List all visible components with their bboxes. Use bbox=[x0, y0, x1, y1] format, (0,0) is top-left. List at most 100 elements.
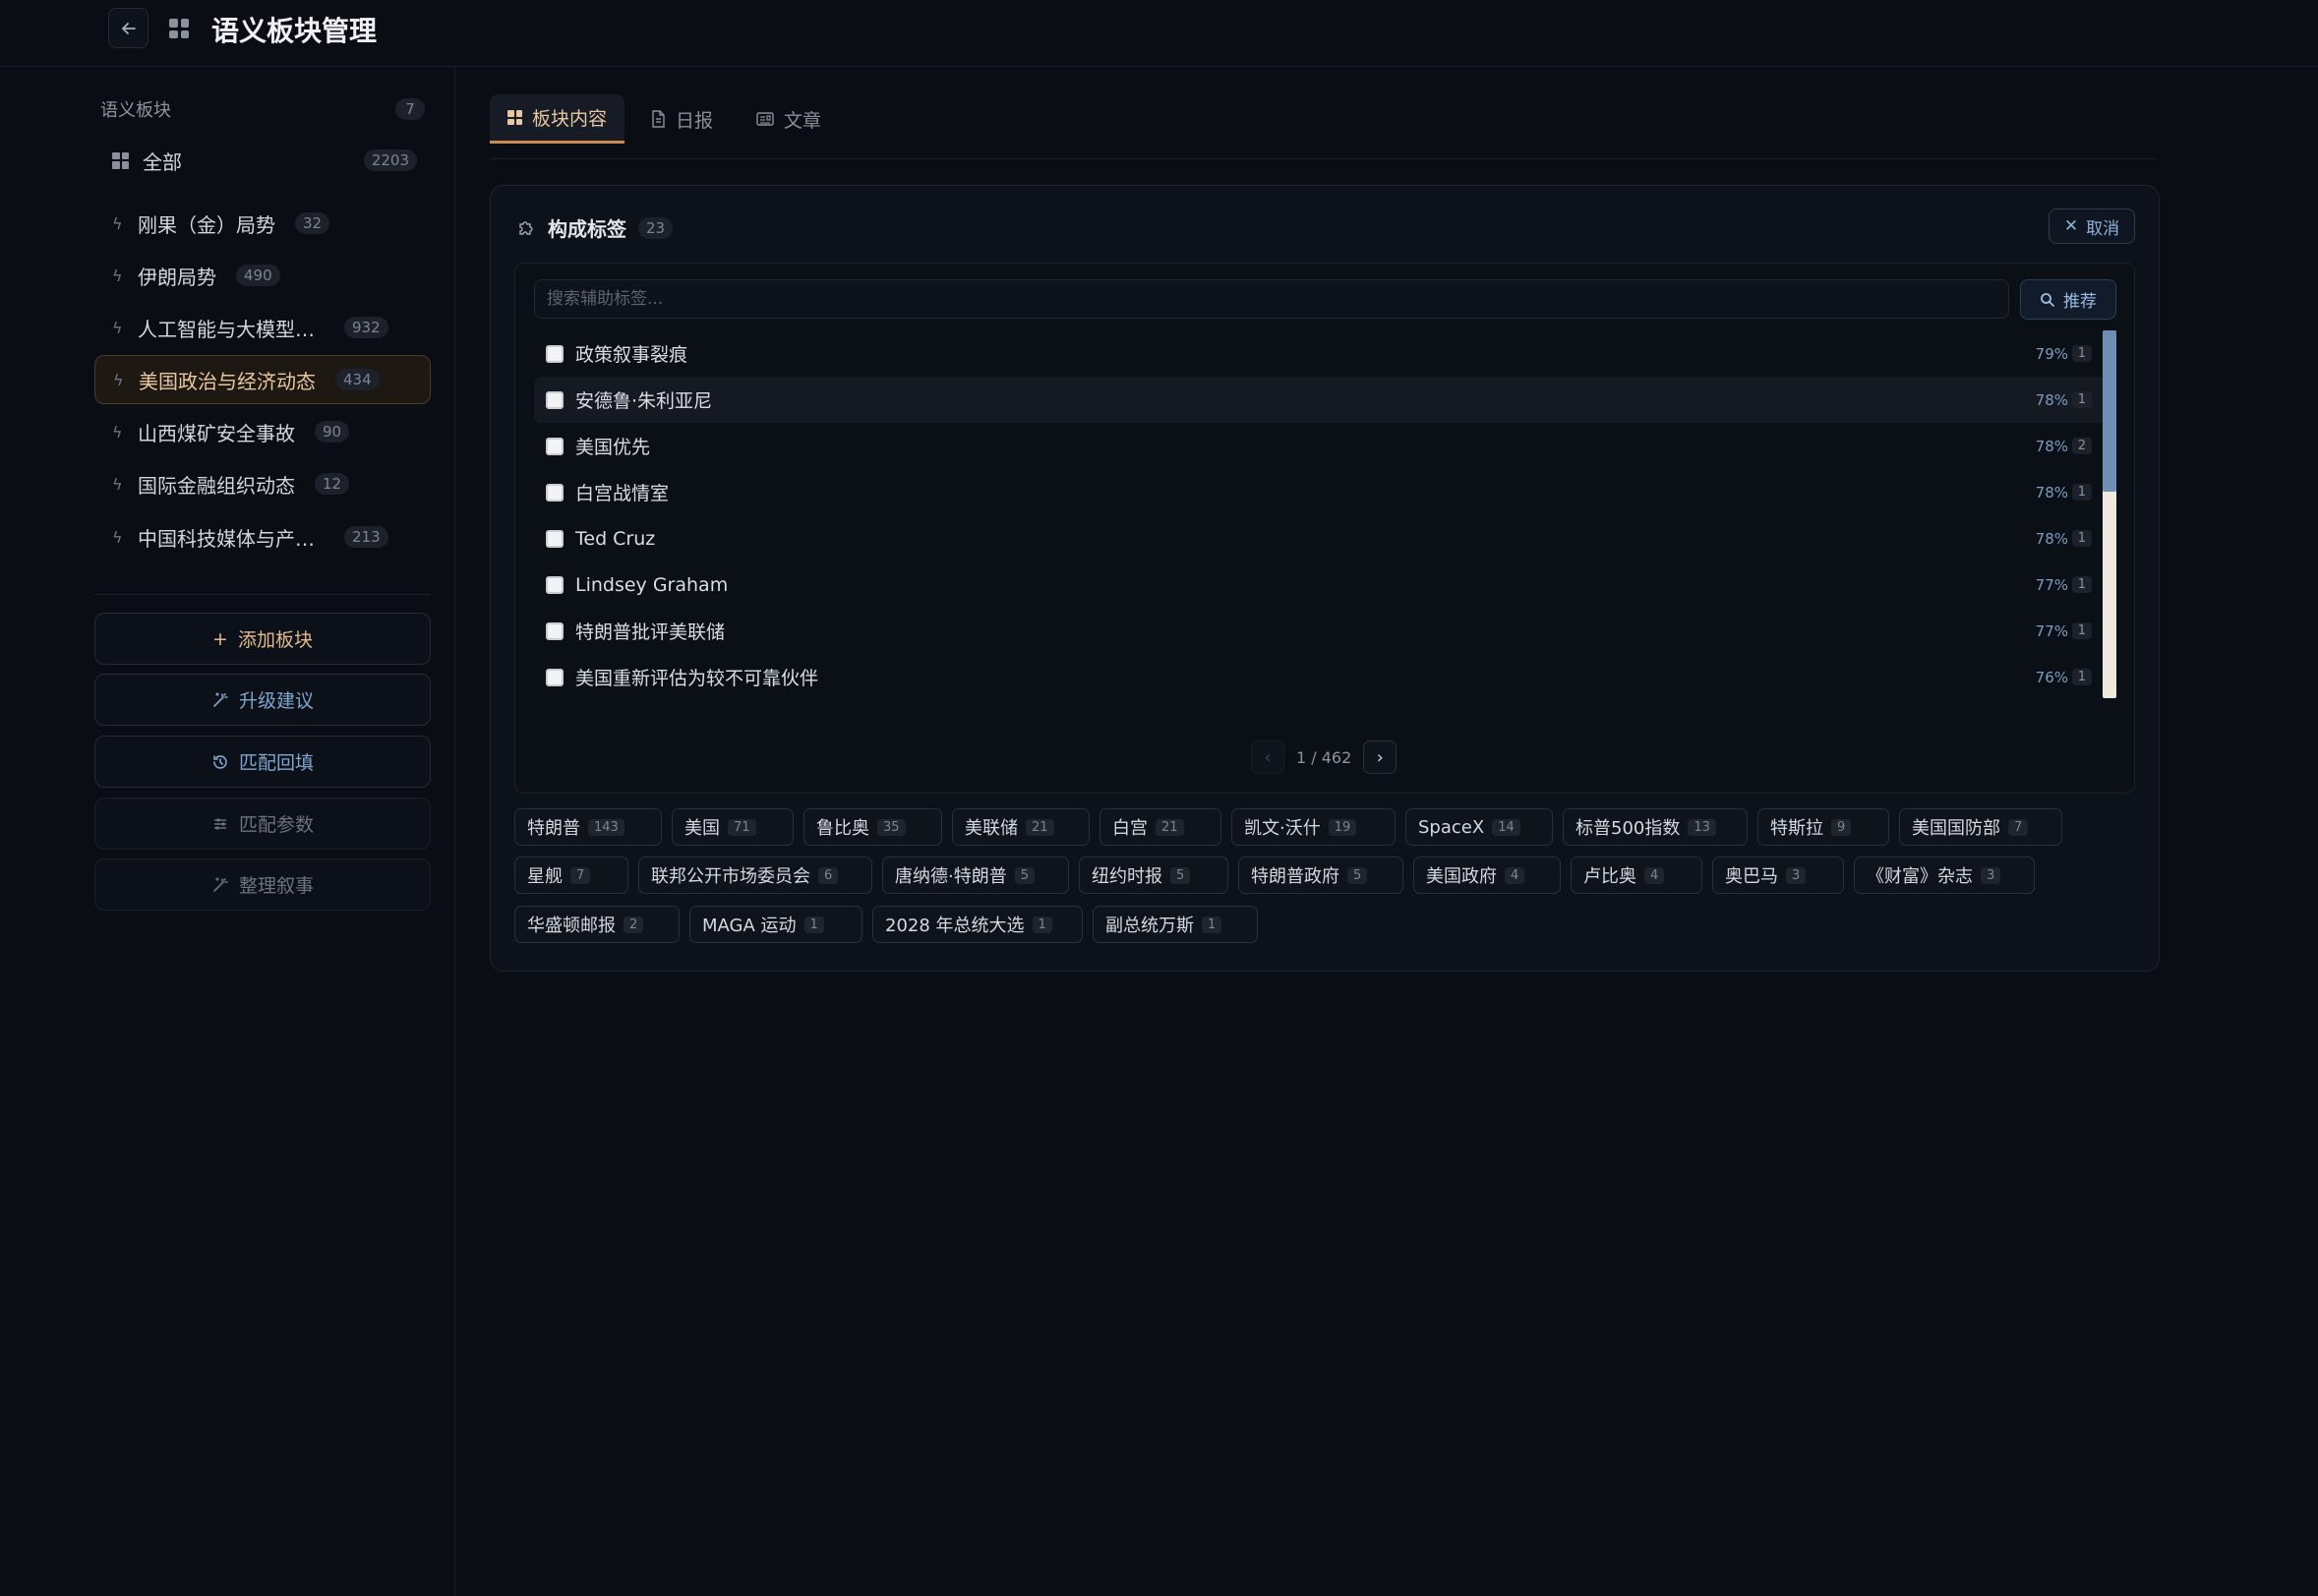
tag-chip[interactable]: 特朗普 143 bbox=[514, 808, 662, 846]
tag-chip[interactable]: 标普500指数 13 bbox=[1563, 808, 1748, 846]
tag-chip-label: 2028 年总统大选 bbox=[885, 916, 1025, 936]
add-section-label: 添加板块 bbox=[237, 629, 313, 651]
checkbox[interactable] bbox=[546, 529, 564, 548]
tag-chip[interactable]: 奥巴马 3 bbox=[1712, 857, 1844, 894]
tag-chip[interactable]: 美联储 21 bbox=[952, 808, 1090, 846]
checkbox[interactable] bbox=[546, 344, 564, 363]
tag-chip-label: 联邦公开市场委员会 bbox=[651, 866, 810, 887]
sidebar-item[interactable]: ϟ 国际金融组织动态 12 bbox=[94, 459, 431, 508]
sidebar-item[interactable]: ϟ 刚果（金）局势 32 bbox=[94, 199, 431, 248]
checkbox[interactable] bbox=[546, 437, 564, 455]
list-item[interactable]: 白宫战情室 78% 1 bbox=[534, 469, 2106, 515]
occurrence-count: 1 bbox=[2071, 484, 2092, 501]
checkbox[interactable] bbox=[546, 483, 564, 502]
tag-chip-count: 1 bbox=[1202, 916, 1222, 933]
tab-daily-report[interactable]: 日报 bbox=[632, 94, 731, 144]
match-params-button[interactable]: 匹配参数 bbox=[94, 798, 431, 850]
recommend-button[interactable]: 推荐 bbox=[2020, 279, 2116, 320]
tag-chip-count: 4 bbox=[1644, 866, 1665, 884]
checkbox[interactable] bbox=[546, 668, 564, 686]
upgrade-suggestion-button[interactable]: 升级建议 bbox=[94, 674, 431, 726]
sidebar-item[interactable]: ϟ 人工智能与大模型技... 932 bbox=[94, 303, 431, 352]
cancel-button[interactable]: ✕ 取消 bbox=[2049, 208, 2135, 244]
list-item[interactable]: 政策叙事裂痕 79% 1 bbox=[534, 330, 2106, 377]
chevron-left-icon: ‹ bbox=[1264, 746, 1272, 768]
sidebar-item-active[interactable]: ϟ 美国政治与经济动态 434 bbox=[94, 355, 431, 404]
list-scrollbar[interactable] bbox=[2103, 330, 2116, 698]
tag-chip[interactable]: 星舰 7 bbox=[514, 857, 628, 894]
tag-chip[interactable]: 副总统万斯 1 bbox=[1093, 906, 1258, 943]
tag-chip-count: 143 bbox=[588, 818, 624, 836]
tag-chip[interactable]: MAGA 运动 1 bbox=[689, 906, 862, 943]
sidebar-item-label: 美国政治与经济动态 bbox=[139, 369, 316, 393]
tag-chip[interactable]: 美国 71 bbox=[672, 808, 794, 846]
sidebar-item-count: 32 bbox=[295, 212, 330, 234]
sidebar-item[interactable]: ϟ 山西煤矿安全事故 90 bbox=[94, 407, 431, 456]
list-item[interactable]: Ted Cruz 78% 1 bbox=[534, 515, 2106, 562]
tag-chip-label: MAGA 运动 bbox=[702, 916, 797, 936]
tag-chip[interactable]: 特斯拉 9 bbox=[1757, 808, 1889, 846]
tag-chip[interactable]: 凯文·沃什 19 bbox=[1231, 808, 1396, 846]
tag-chip[interactable]: SpaceX 14 bbox=[1405, 808, 1553, 846]
tag-chip-count: 2 bbox=[624, 916, 644, 933]
list-item[interactable]: 安德鲁·朱利亚尼 78% 1 bbox=[534, 377, 2106, 423]
list-item-label: Lindsey Graham bbox=[575, 573, 729, 596]
tag-chip[interactable]: 华盛顿邮报 2 bbox=[514, 906, 680, 943]
sidebar-item-label: 人工智能与大模型技... bbox=[138, 317, 325, 341]
tag-chip[interactable]: 鲁比奥 35 bbox=[803, 808, 942, 846]
sidebar-item[interactable]: ϟ 中国科技媒体与产业... 213 bbox=[94, 512, 431, 562]
tag-chip[interactable]: 唐纳德·特朗普 5 bbox=[882, 857, 1069, 894]
scrollbar-thumb[interactable] bbox=[2103, 330, 2116, 492]
document-icon bbox=[652, 110, 665, 128]
sidebar-item-all[interactable]: 全部 2203 bbox=[94, 136, 431, 185]
tag-chip-label: 纽约时报 bbox=[1092, 866, 1162, 887]
tag-chip-count: 1 bbox=[1032, 916, 1052, 933]
checkbox[interactable] bbox=[546, 621, 564, 640]
tag-chip[interactable]: 特朗普政府 5 bbox=[1238, 857, 1403, 894]
list-item-label: Ted Cruz bbox=[575, 527, 656, 550]
tag-chip[interactable]: 2028 年总统大选 1 bbox=[872, 906, 1083, 943]
bolt-icon: ϟ bbox=[113, 370, 124, 389]
back-button[interactable] bbox=[108, 8, 149, 48]
panel-count: 23 bbox=[638, 216, 674, 239]
similarity-percent: 78% bbox=[2035, 437, 2068, 455]
list-item[interactable]: 美国重新评估为较不可靠伙伴 76% 1 bbox=[534, 654, 2106, 698]
tag-chip-label: 特朗普 bbox=[527, 818, 580, 839]
bolt-icon: ϟ bbox=[112, 266, 123, 285]
tab-articles[interactable]: 文章 bbox=[739, 94, 839, 144]
checkbox[interactable] bbox=[546, 575, 564, 594]
similarity-percent: 77% bbox=[2035, 621, 2068, 640]
occurrence-count: 1 bbox=[2071, 391, 2092, 408]
tag-chip[interactable]: 联邦公开市场委员会 6 bbox=[638, 857, 872, 894]
tag-chip-label: 白宫 bbox=[1112, 818, 1148, 839]
tag-chip[interactable]: 纽约时报 5 bbox=[1079, 857, 1228, 894]
sidebar-heading: 语义板块 7 bbox=[100, 94, 425, 124]
tag-chip[interactable]: 卢比奥 4 bbox=[1571, 857, 1702, 894]
tag-search-input[interactable] bbox=[534, 279, 2009, 319]
prev-page-button[interactable]: ‹ bbox=[1251, 740, 1284, 774]
list-item[interactable]: 美国优先 78% 2 bbox=[534, 423, 2106, 469]
tag-chip[interactable]: 美国政府 4 bbox=[1413, 857, 1561, 894]
add-section-button[interactable]: + 添加板块 bbox=[94, 613, 431, 665]
arrow-left-icon bbox=[121, 22, 136, 34]
tag-chip-label: 卢比奥 bbox=[1583, 866, 1636, 887]
match-backfill-button[interactable]: 匹配回填 bbox=[94, 736, 431, 788]
tag-chip-label: 标普500指数 bbox=[1575, 818, 1681, 839]
checkbox[interactable] bbox=[546, 390, 564, 409]
page-indicator: 1 / 462 bbox=[1296, 747, 1352, 767]
close-icon: ✕ bbox=[2063, 216, 2079, 236]
list-item[interactable]: Lindsey Graham 77% 1 bbox=[534, 562, 2106, 608]
tag-chip[interactable]: 白宫 21 bbox=[1100, 808, 1221, 846]
list-item-label: 安德鲁·朱利亚尼 bbox=[575, 390, 713, 412]
sidebar-item[interactable]: ϟ 伊朗局势 490 bbox=[94, 251, 431, 300]
next-page-button[interactable]: › bbox=[1363, 740, 1397, 774]
puzzle-icon bbox=[519, 220, 533, 235]
tag-chip[interactable]: 美国国防部 7 bbox=[1899, 808, 2062, 846]
tab-section-content[interactable]: 板块内容 bbox=[490, 94, 625, 144]
magic-wand-icon bbox=[213, 691, 228, 707]
list-item[interactable]: 特朗普批评美联储 77% 1 bbox=[534, 608, 2106, 654]
recommend-label: 推荐 bbox=[2063, 292, 2097, 312]
sidebar-heading-count: 7 bbox=[395, 98, 425, 120]
organize-narrative-button[interactable]: 整理叙事 bbox=[94, 858, 431, 911]
tag-chip[interactable]: 《财富》杂志 3 bbox=[1854, 857, 2035, 894]
